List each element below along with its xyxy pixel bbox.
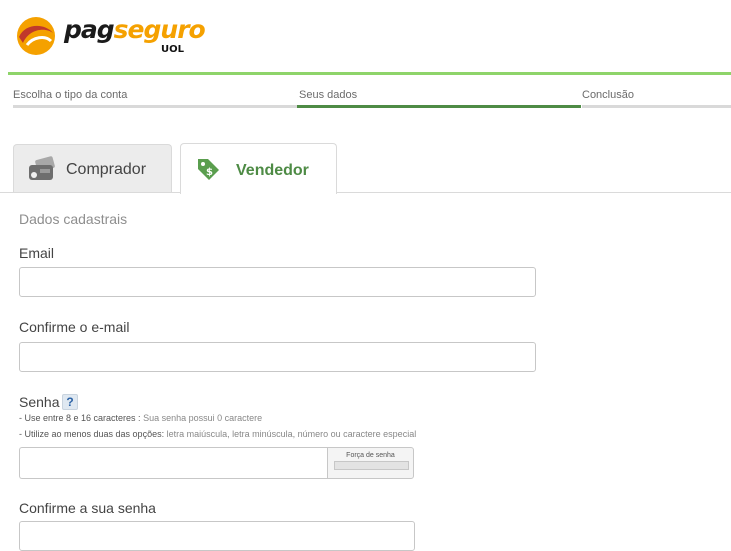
wallet-icon [29,156,55,180]
password-hint-options-list: letra maiúscula, letra minúscula, número… [164,429,417,439]
tab-vendedor-label: Vendedor [236,162,309,179]
tab-comprador[interactable]: Comprador [13,144,172,192]
step-conclusion: Conclusão [582,89,634,101]
email-field[interactable] [19,267,536,297]
step-choose-account-bar [13,105,297,108]
logo-wordmark: pagseguro [64,15,206,44]
password-hint-length-rule: - Use entre 8 e 16 caracteres : [19,413,141,423]
step-your-data: Seus dados [299,89,358,101]
header-divider [8,72,731,75]
step-choose-account: Escolha o tipo da conta [13,89,128,101]
logo-uol: UOL [161,44,184,55]
password-confirm-label: Confirme a sua senha [19,500,156,516]
password-field[interactable] [19,447,328,479]
password-strength-bar [334,461,409,470]
step-conclusion-bar [582,105,731,108]
password-hint-options: - Utilize ao menos duas das opções: letr… [19,429,416,439]
price-tag-icon: $ [198,159,219,180]
password-strength-label: Força de senha [346,452,395,459]
svg-text:$: $ [206,167,213,178]
pagseguro-logo: pagseguro UOL [15,12,215,55]
password-hint-length: - Use entre 8 e 16 caracteres : Sua senh… [19,413,262,423]
password-confirm-field[interactable] [19,521,415,551]
email-confirm-label: Confirme o e-mail [19,319,130,335]
pagseguro-logo-icon [17,17,55,55]
step-your-data-bar [297,105,581,108]
email-label: Email [19,245,55,261]
password-hint-options-rule: - Utilize ao menos duas das opções: [19,429,165,439]
section-title: Dados cadastrais [19,211,128,227]
tab-comprador-label: Comprador [66,161,147,178]
password-help-button[interactable]: ? [62,394,78,410]
password-hint-length-count: Sua senha possui 0 caractere [140,413,263,423]
password-strength-meter: Força de senha [327,447,414,479]
tab-vendedor[interactable]: $ Vendedor [180,143,337,194]
password-label: Senha [19,394,60,410]
tabs-divider [0,192,731,193]
email-confirm-field[interactable] [19,342,536,372]
